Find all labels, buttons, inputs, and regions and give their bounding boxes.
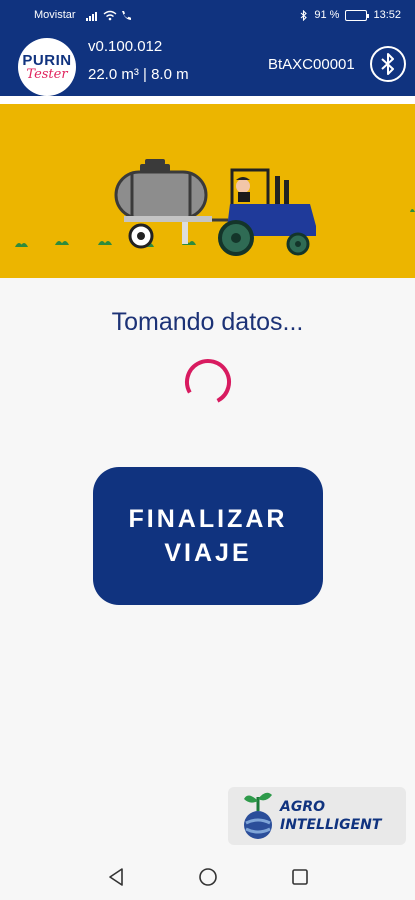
nav-recents-button[interactable] bbox=[288, 865, 312, 889]
device-id: BtAXC00001 bbox=[268, 56, 355, 73]
logo-text-bottom: Tester bbox=[26, 66, 68, 82]
brand-line-1: AGRO bbox=[280, 799, 326, 815]
wifi-icon bbox=[103, 10, 117, 20]
tractor-banner bbox=[0, 104, 415, 278]
brand-line-2: INTELLIGENT bbox=[280, 817, 382, 833]
status-icons bbox=[85, 10, 132, 21]
clock: 13:52 bbox=[373, 9, 401, 21]
signal-icon bbox=[85, 11, 97, 21]
call-icon bbox=[121, 10, 131, 20]
home-circle-icon bbox=[198, 867, 217, 886]
tractor-illustration bbox=[15, 159, 415, 256]
nav-home-button[interactable] bbox=[196, 865, 220, 889]
purin-tester-logo: PURIN Tester bbox=[18, 38, 76, 96]
recents-square-icon bbox=[291, 868, 308, 885]
carrier-name: Movistar bbox=[34, 9, 76, 21]
system-nav-bar bbox=[0, 853, 415, 900]
finish-trip-button[interactable]: FINALIZAR VIAJE bbox=[93, 467, 323, 605]
status-message: Tomando datos... bbox=[111, 308, 304, 336]
app-screen: Movistar 91 % 13:52 PURIN Tester v0.100.… bbox=[0, 0, 415, 900]
back-triangle-icon bbox=[108, 867, 123, 886]
agro-intelligent-logo: AGRO INTELLIGENT bbox=[228, 787, 406, 845]
brand-text: AGRO INTELLIGENT bbox=[280, 798, 381, 834]
bluetooth-icon bbox=[381, 53, 394, 75]
status-right: 91 % 13:52 bbox=[300, 9, 401, 21]
plant-globe-icon bbox=[244, 792, 272, 839]
app-header: PURIN Tester v0.100.012 22.0 m³ | 8.0 m … bbox=[0, 30, 415, 96]
app-version: v0.100.012 bbox=[88, 38, 163, 55]
logo-text-top: PURIN bbox=[22, 51, 72, 69]
loading-spinner-icon bbox=[185, 359, 231, 405]
bluetooth-button[interactable] bbox=[370, 46, 406, 82]
status-bar: Movistar 91 % 13:52 bbox=[0, 0, 415, 30]
nav-back-button[interactable] bbox=[104, 865, 128, 889]
tank-capacity: 22.0 m³ | 8.0 m bbox=[88, 66, 189, 83]
battery-percent: 91 % bbox=[314, 9, 340, 21]
bluetooth-status-icon bbox=[301, 9, 308, 21]
battery-icon bbox=[345, 9, 370, 21]
header-divider bbox=[0, 96, 415, 104]
